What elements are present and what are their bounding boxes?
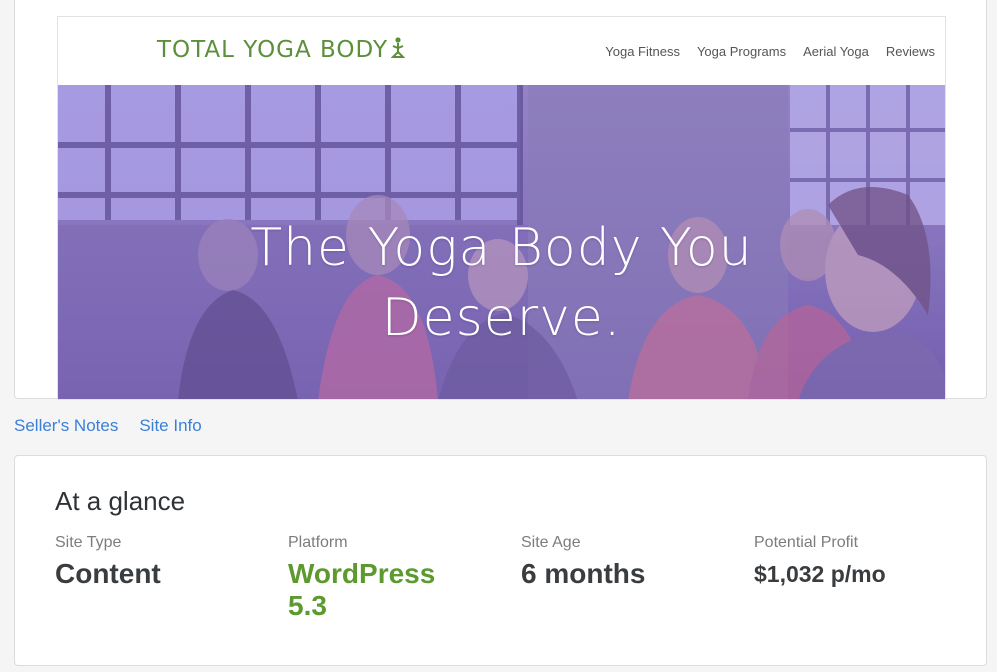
stat-platform: Platform WordPress 5.3 — [288, 534, 458, 622]
site-screenshot[interactable]: TOTAL YOGA BODY Yoga Fitness Yoga Progra… — [57, 16, 946, 400]
at-a-glance-card: At a glance Site Type Content Platform W… — [14, 455, 987, 666]
stat-value-platform-link[interactable]: WordPress 5.3 — [288, 558, 458, 622]
site-logo-text: TOTAL YOGA BODY — [157, 37, 389, 63]
stat-label: Site Type — [55, 534, 122, 551]
stat-potential-profit: Potential Profit $1,032 p/mo — [754, 534, 886, 590]
site-nav: Yoga Fitness Yoga Programs Aerial Yoga R… — [605, 44, 935, 59]
tab-site-info[interactable]: Site Info — [139, 416, 201, 436]
site-nav-yoga-programs: Yoga Programs — [696, 44, 787, 59]
hero-banner: The Yoga Body You Deserve. — [58, 85, 945, 399]
hero-headline: The Yoga Body You Deserve. — [58, 213, 945, 353]
stat-label: Potential Profit — [754, 534, 859, 551]
site-preview-card: TOTAL YOGA BODY Yoga Fitness Yoga Progra… — [14, 0, 987, 400]
site-nav-aerial-yoga: Aerial Yoga — [803, 44, 869, 59]
tab-sellers-notes[interactable]: Seller's Notes — [14, 416, 118, 436]
stat-label: Site Age — [521, 534, 581, 551]
site-nav-yoga-fitness: Yoga Fitness — [605, 44, 680, 59]
listing-tabs: Seller's Notes Site Info — [14, 416, 202, 436]
stat-site-type: Site Type Content — [55, 534, 161, 590]
glance-title: At a glance — [55, 486, 186, 516]
hero-headline-line-2: Deserve. — [381, 288, 622, 348]
stat-value: Content — [55, 558, 161, 589]
site-header: TOTAL YOGA BODY Yoga Fitness Yoga Progra… — [58, 17, 945, 85]
stat-value: $1,032 p/mo — [754, 561, 886, 587]
stat-site-age: Site Age 6 months — [521, 534, 645, 590]
stat-value: 6 months — [521, 558, 646, 589]
hero-headline-line-1: The Yoga Body You — [250, 218, 753, 278]
site-logo: TOTAL YOGA BODY — [157, 37, 406, 65]
yoga-figure-icon — [390, 37, 406, 65]
stat-label: Platform — [288, 534, 348, 551]
site-nav-reviews: Reviews — [885, 44, 935, 59]
